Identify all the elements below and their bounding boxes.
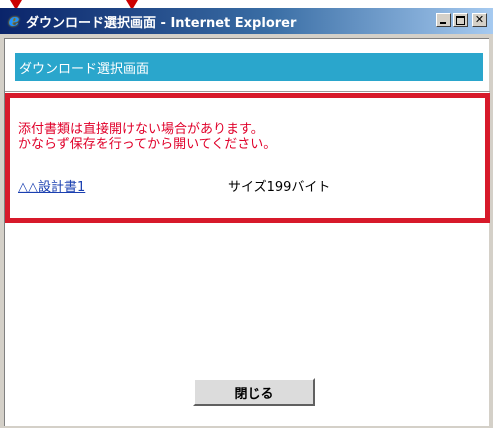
close-window-button[interactable]: ✕ bbox=[472, 13, 487, 27]
ie-icon: e bbox=[8, 11, 20, 31]
close-button[interactable]: 閉じる bbox=[193, 378, 315, 406]
highlight-box: 添付書類は直接開けない場合があります。 かならず保存を行ってから開いてください。… bbox=[5, 93, 490, 223]
file-size: サイズ199バイト bbox=[228, 180, 331, 195]
page-content: ダウンロード選択画面 添付書類は直接開けない場合があります。 かならず保存を行っ… bbox=[4, 38, 490, 426]
file-download-link[interactable]: △△設計書1 bbox=[18, 176, 85, 195]
window-title: ダウンロード選択画面 - Internet Explorer bbox=[26, 15, 297, 31]
minimize-button[interactable] bbox=[436, 13, 451, 27]
page-header: ダウンロード選択画面 bbox=[15, 53, 483, 81]
title-bar[interactable]: e ダウンロード選択画面 - Internet Explorer ✕ bbox=[0, 8, 493, 34]
window-controls: ✕ bbox=[436, 13, 487, 27]
warning-line-2: かならず保存を行ってから開いてください。 bbox=[18, 137, 277, 152]
warning-message: 添付書類は直接開けない場合があります。 かならず保存を行ってから開いてください。 bbox=[18, 122, 276, 152]
maximize-button[interactable] bbox=[453, 13, 468, 27]
warning-line-1: 添付書類は直接開けない場合があります。 bbox=[18, 122, 264, 137]
divider bbox=[5, 91, 490, 92]
browser-window: e ダウンロード選択画面 - Internet Explorer ✕ ダウンロー… bbox=[0, 8, 493, 428]
